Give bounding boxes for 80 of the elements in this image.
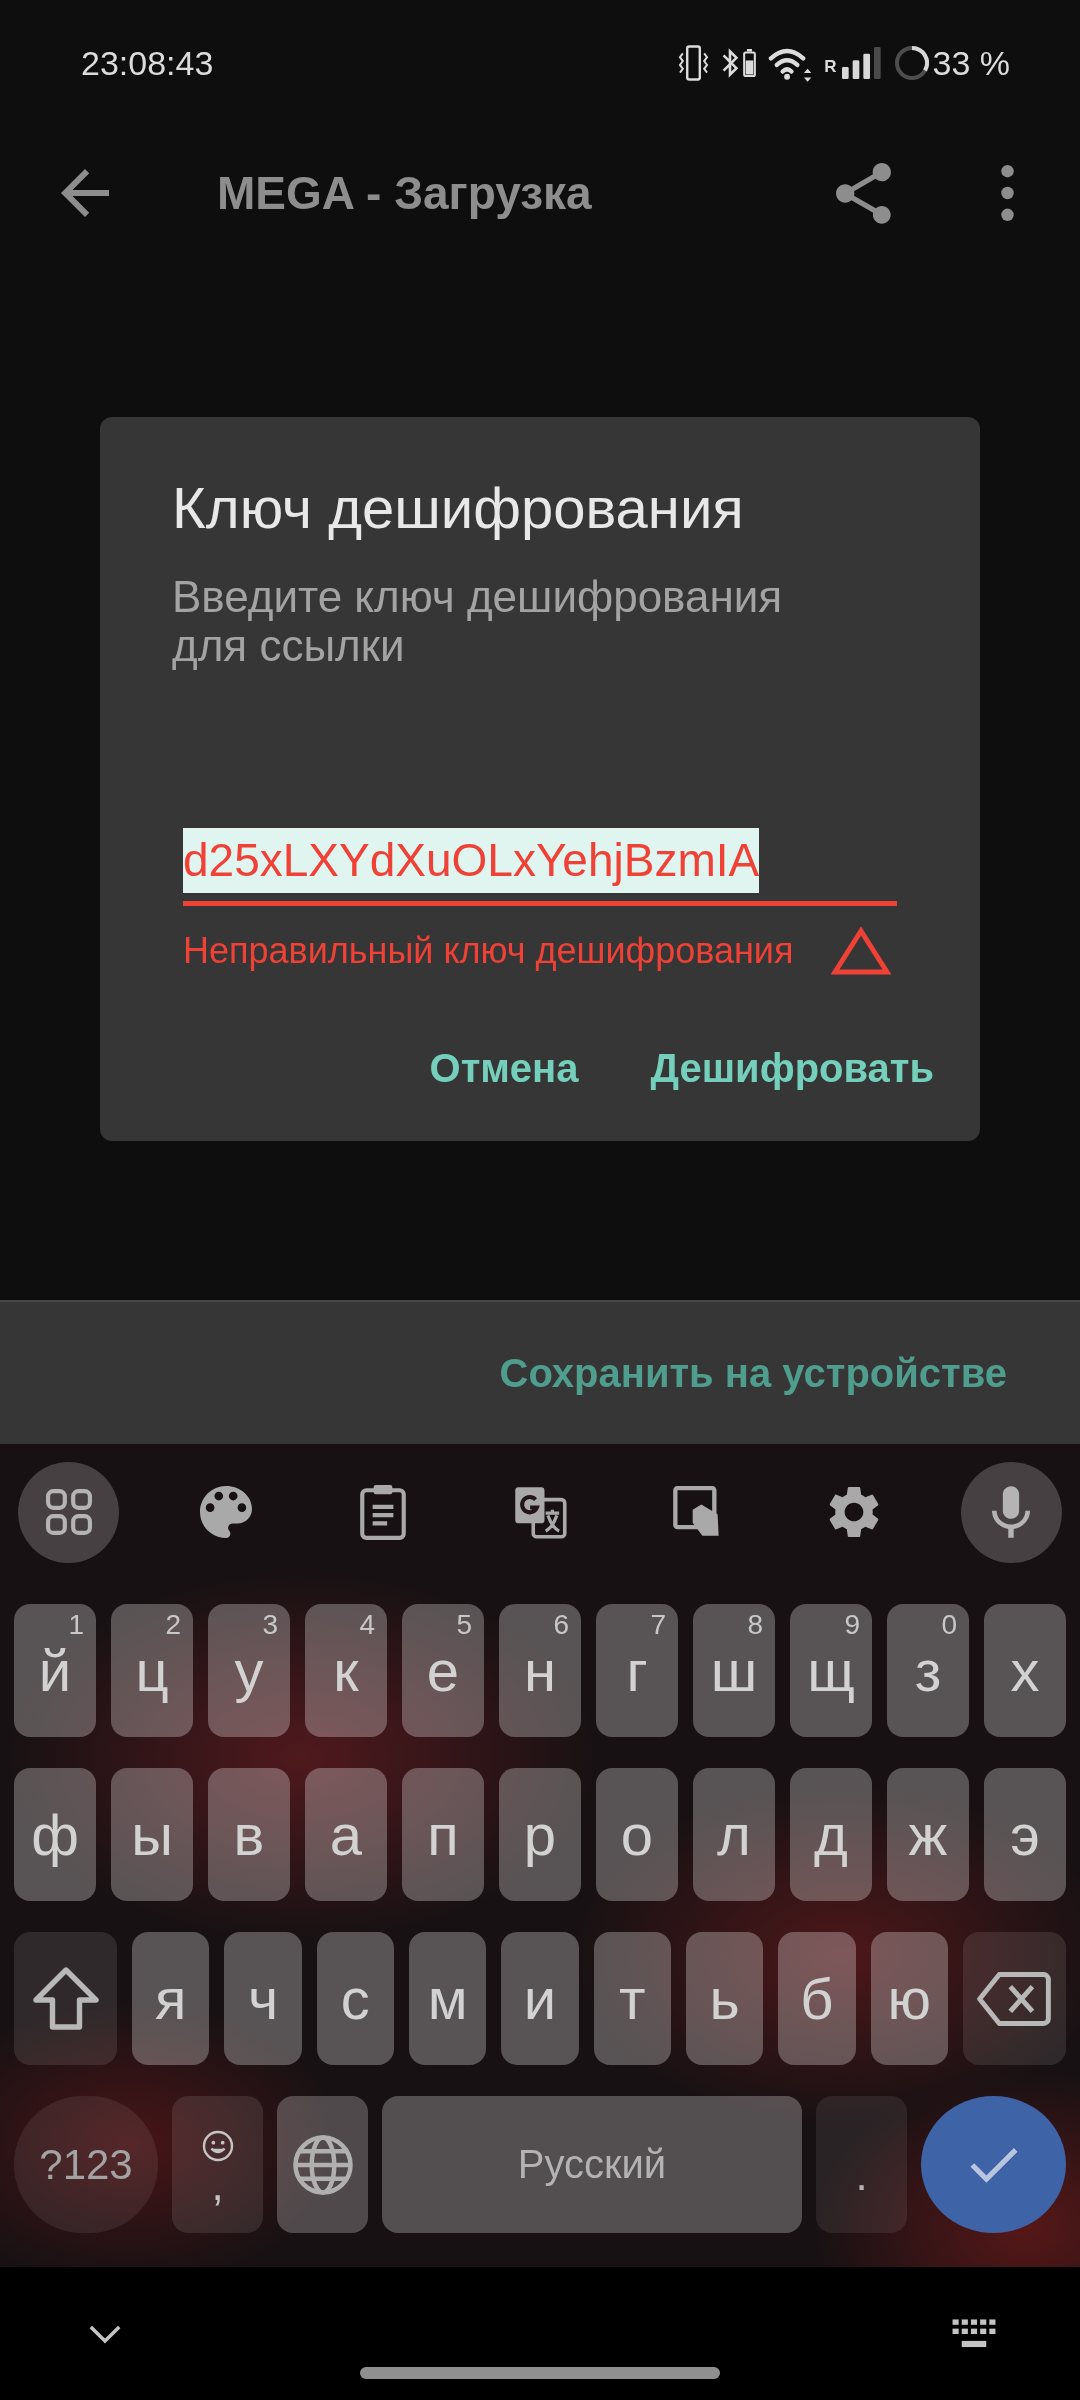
battery-percent: 33 % (932, 43, 1010, 83)
smiley-icon (201, 2129, 234, 2162)
letter-key[interactable]: б (778, 1932, 856, 2065)
chevron-down-icon[interactable] (88, 2324, 122, 2344)
symbols-key[interactable]: ?123 (14, 2096, 158, 2233)
letter-key[interactable]: о (596, 1768, 678, 1901)
letter-key[interactable]: м (409, 1932, 487, 2065)
space-key[interactable]: Русский (382, 2096, 802, 2233)
letter-key[interactable]: я (132, 1932, 210, 2065)
letter-key[interactable]: ч (224, 1932, 302, 2065)
keyboard-icon[interactable] (951, 2319, 997, 2349)
letter-key[interactable]: г 7 (596, 1604, 678, 1737)
letter-key[interactable]: т (593, 1932, 671, 2065)
back-icon[interactable] (61, 169, 109, 217)
number-hint: 1 (68, 1610, 84, 1640)
letter-key[interactable]: ь (685, 1932, 764, 2065)
number-hint: 3 (262, 1610, 278, 1640)
number-hint: 6 (553, 1610, 569, 1640)
letter-key[interactable]: з 0 (887, 1604, 969, 1737)
letter-key[interactable]: х (984, 1604, 1066, 1737)
number-hint: 8 (747, 1610, 763, 1640)
number-hint: 9 (844, 1610, 860, 1640)
letter-key[interactable]: р (499, 1768, 581, 1901)
shift-key[interactable] (14, 1932, 117, 2065)
letter-key[interactable]: в (208, 1768, 290, 1901)
dialog-message: Введите ключ дешифрования для ссылки (172, 572, 784, 670)
error-message: Неправильный ключ дешифрования (183, 930, 794, 972)
palette-icon[interactable] (199, 1486, 252, 1538)
bluetooth-icon (721, 46, 740, 80)
letter-key[interactable]: у 3 (208, 1604, 290, 1737)
translate-icon[interactable] (512, 1485, 567, 1539)
dialog-button[interactable]: Дешифровать (650, 1028, 934, 1108)
letter-key[interactable]: й 1 (14, 1604, 96, 1737)
letter-key[interactable]: щ 9 (790, 1604, 872, 1737)
letter-key[interactable]: ю (870, 1932, 948, 2065)
battery-icon (743, 49, 757, 77)
clipboard-icon[interactable] (359, 1484, 406, 1540)
warning-icon (831, 927, 891, 975)
letter-key[interactable]: ф (14, 1768, 96, 1901)
letter-key[interactable]: е 5 (402, 1604, 484, 1737)
number-hint: 0 (941, 1610, 957, 1640)
signal-icon (840, 47, 883, 79)
backspace-icon (977, 1971, 1052, 2026)
shift-icon (32, 1967, 99, 2030)
backspace-key[interactable] (962, 1932, 1066, 2065)
language-key[interactable] (277, 2096, 368, 2233)
letter-key[interactable]: к 4 (305, 1604, 387, 1737)
comma-key[interactable]: , (172, 2096, 263, 2233)
letter-key[interactable]: ж (887, 1768, 969, 1901)
letter-key[interactable]: с (316, 1932, 394, 2065)
microphone-icon (992, 1486, 1031, 1538)
number-hint: 7 (650, 1610, 666, 1640)
vibrate-icon (678, 43, 710, 83)
save-button[interactable]: Сохранить на устройстве (499, 1350, 1007, 1396)
app-title: MEGA - Загрузка (217, 166, 593, 220)
ring-icon (894, 46, 929, 80)
globe-icon (292, 2134, 353, 2195)
letter-key[interactable]: д (790, 1768, 872, 1901)
dialog-button[interactable]: Отмена (429, 1028, 579, 1108)
dialog-title: Ключ дешифрования (172, 475, 745, 541)
period-key[interactable]: . (816, 2096, 907, 2233)
number-hint: 5 (456, 1610, 472, 1640)
letter-key[interactable]: п (402, 1768, 484, 1901)
share-icon[interactable] (836, 162, 891, 224)
letter-key[interactable]: и (501, 1932, 579, 2065)
settings-icon[interactable] (829, 1486, 880, 1538)
letter-key[interactable]: ш 8 (693, 1604, 775, 1737)
number-hint: 2 (165, 1610, 181, 1640)
status-time: 23:08:43 (81, 43, 214, 83)
letter-key[interactable]: ы (111, 1768, 193, 1901)
letter-key[interactable]: л (693, 1768, 775, 1901)
grid-icon (45, 1489, 92, 1535)
number-hint: 4 (359, 1610, 375, 1640)
sticker-icon[interactable] (673, 1486, 722, 1538)
letter-key[interactable]: ц 2 (111, 1604, 193, 1737)
more-icon[interactable] (1001, 165, 1014, 221)
letter-key[interactable]: а (305, 1768, 387, 1901)
letter-key[interactable]: н 6 (499, 1604, 581, 1737)
letter-key[interactable]: э (984, 1768, 1066, 1901)
network-label: R (824, 57, 837, 77)
